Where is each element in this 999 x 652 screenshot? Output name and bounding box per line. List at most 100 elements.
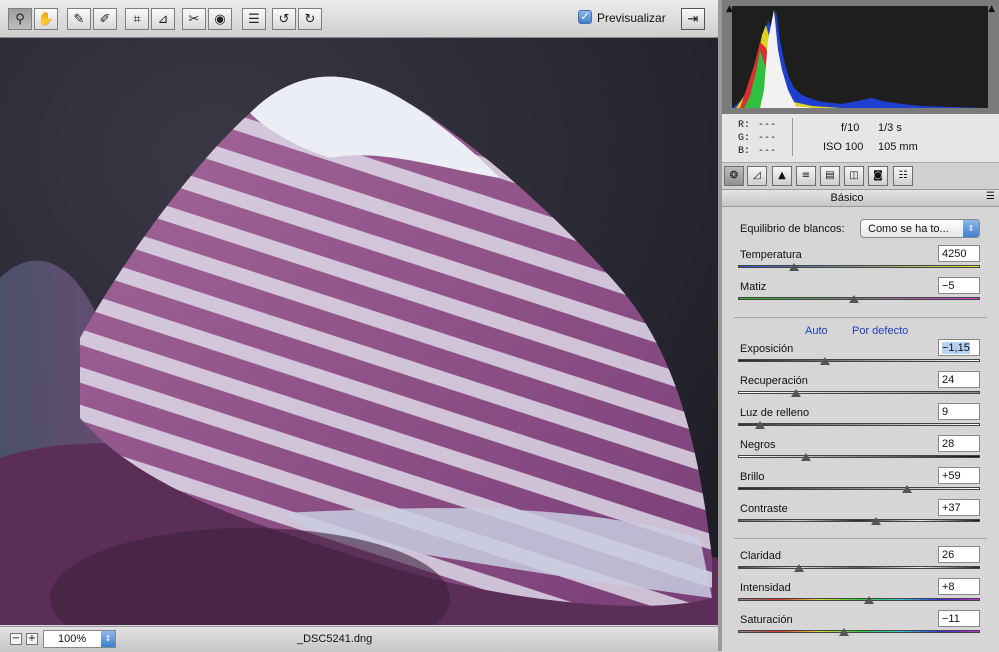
slider-exposicion[interactable]: Exposición −1,15 — [738, 339, 980, 373]
zoom-level-value: 100% — [58, 633, 87, 645]
slider-temperatura[interactable]: Temperatura 4250 — [738, 245, 980, 279]
fullscreen-button[interactable]: ⇥ — [681, 8, 705, 30]
slider-label: Intensidad — [740, 582, 791, 594]
slider-intensidad[interactable]: Intensidad +8 — [738, 578, 980, 612]
slider-label: Claridad — [740, 550, 781, 562]
slider-track[interactable] — [738, 519, 980, 522]
iso-value: ISO 100 — [823, 141, 864, 153]
slider-thumb[interactable] — [800, 453, 811, 462]
slider-value-input[interactable]: −5 — [938, 277, 980, 294]
white-balance-eyedropper-icon: ✎ — [73, 11, 85, 27]
panel-menu-icon[interactable]: ☰ — [986, 191, 995, 202]
tab-detail[interactable]: ▲ — [772, 166, 792, 186]
slider-matiz[interactable]: Matiz −5 — [738, 277, 980, 311]
slider-label: Negros — [740, 439, 776, 451]
plus-icon: + — [27, 633, 37, 644]
photo-orchid-petal — [0, 38, 718, 625]
retouch-tool-button[interactable]: ✂ — [182, 8, 206, 30]
slider-value-input[interactable]: 4250 — [938, 245, 980, 262]
zoom-level-select[interactable]: 100% ⇕ — [43, 630, 116, 648]
slider-value-input[interactable]: 26 — [938, 546, 980, 563]
slider-value-input[interactable]: −1,15 — [938, 339, 980, 356]
slider-track[interactable] — [738, 265, 980, 268]
slider-value-input[interactable]: 9 — [938, 403, 980, 420]
zoom-tool-button[interactable]: ⚲ — [8, 8, 32, 30]
slider-label: Saturación — [740, 614, 793, 626]
color-sampler-tool-button[interactable]: ✐ — [93, 8, 117, 30]
presets-icon: ☷ — [898, 170, 908, 181]
slider-value-input[interactable]: +37 — [938, 499, 980, 516]
slider-thumb[interactable] — [754, 421, 765, 430]
preferences-button[interactable]: ☰ — [242, 8, 266, 30]
rotate-right-button[interactable]: ↻ — [298, 8, 322, 30]
selected-value-text: −1,15 — [942, 342, 970, 354]
red-label: R: — [738, 120, 751, 131]
camera-icon: ◙ — [873, 170, 883, 181]
slider-thumb[interactable] — [788, 263, 799, 272]
crop-tool-button[interactable]: ⌗ — [125, 8, 149, 30]
white-balance-select[interactable]: Como se ha to... ⇕ — [860, 219, 980, 238]
histogram: ▲ ▲ — [722, 0, 999, 114]
image-preview[interactable] — [0, 38, 718, 625]
tab-lens-corrections[interactable]: ◫ — [844, 166, 864, 186]
slider-value-input[interactable]: +8 — [938, 578, 980, 595]
slider-track[interactable] — [738, 630, 980, 633]
focal-length-value: 105 mm — [878, 141, 918, 153]
slider-track[interactable] — [738, 391, 980, 394]
slider-value-input[interactable]: 28 — [938, 435, 980, 452]
preview-checkbox[interactable]: ✓ — [578, 10, 592, 24]
slider-saturacion[interactable]: Saturación −11 — [738, 610, 980, 644]
default-link[interactable]: Por defecto — [852, 325, 908, 337]
slider-track[interactable] — [738, 598, 980, 601]
tab-hsl[interactable]: ≡ — [796, 166, 816, 186]
slider-label: Brillo — [740, 471, 765, 483]
slider-value-input[interactable]: 24 — [938, 371, 980, 388]
info-divider — [792, 118, 793, 156]
slider-thumb[interactable] — [870, 517, 881, 526]
divider — [734, 317, 987, 318]
auto-link[interactable]: Auto — [805, 325, 828, 337]
adjustment-panel: ▲ ▲ R: --- G: --- B: --- f/10 1/3 s ISO … — [722, 0, 999, 651]
tab-split-toning[interactable]: ▤ — [820, 166, 840, 186]
zoom-icon: ⚲ — [15, 11, 25, 27]
slider-track[interactable] — [738, 566, 980, 569]
slider-track[interactable] — [738, 423, 980, 426]
slider-track[interactable] — [738, 487, 980, 490]
tab-presets[interactable]: ☷ — [893, 166, 913, 186]
slider-thumb[interactable] — [793, 564, 804, 573]
slider-thumb[interactable] — [863, 596, 874, 605]
slider-track[interactable] — [738, 455, 980, 458]
rotate-left-icon: ↺ — [278, 11, 290, 27]
lens-icon: ◫ — [849, 170, 859, 181]
slider-negros[interactable]: Negros 28 — [738, 435, 980, 469]
white-balance-tool-button[interactable]: ✎ — [67, 8, 91, 30]
slider-luz-de-relleno[interactable]: Luz de relleno 9 — [738, 403, 980, 437]
tab-camera-calibration[interactable]: ◙ — [868, 166, 888, 186]
minus-icon: − — [11, 633, 21, 644]
red-eye-tool-button[interactable]: ◉ — [208, 8, 232, 30]
straighten-tool-button[interactable]: ⊿ — [151, 8, 175, 30]
slider-thumb[interactable] — [902, 485, 913, 494]
tab-basic[interactable]: ❂ — [724, 166, 744, 186]
slider-value-input[interactable]: +59 — [938, 467, 980, 484]
slider-thumb[interactable] — [791, 389, 802, 398]
slider-value-input[interactable]: −11 — [938, 610, 980, 627]
rotate-left-button[interactable]: ↺ — [272, 8, 296, 30]
crop-icon: ⌗ — [133, 11, 141, 27]
slider-recuperacion[interactable]: Recuperación 24 — [738, 371, 980, 405]
slider-claridad[interactable]: Claridad 26 — [738, 546, 980, 580]
adjustment-tabs: ❂ ◿ ▲ ≡ ▤ ◫ ◙ ☷ — [722, 163, 999, 190]
white-balance-label: Equilibrio de blancos: — [740, 223, 845, 235]
preferences-icon: ☰ — [248, 11, 260, 27]
slider-brillo[interactable]: Brillo +59 — [738, 467, 980, 501]
zoom-in-button[interactable]: + — [26, 633, 38, 645]
slider-contraste[interactable]: Contraste +37 — [738, 499, 980, 533]
tab-tone-curve[interactable]: ◿ — [747, 166, 767, 186]
preview-label: Previsualizar — [597, 11, 666, 25]
slider-thumb[interactable] — [839, 628, 850, 637]
slider-track[interactable] — [738, 359, 980, 362]
hand-tool-button[interactable]: ✋ — [34, 8, 58, 30]
slider-thumb[interactable] — [820, 357, 831, 366]
zoom-out-button[interactable]: − — [10, 633, 22, 645]
slider-thumb[interactable] — [849, 295, 860, 304]
